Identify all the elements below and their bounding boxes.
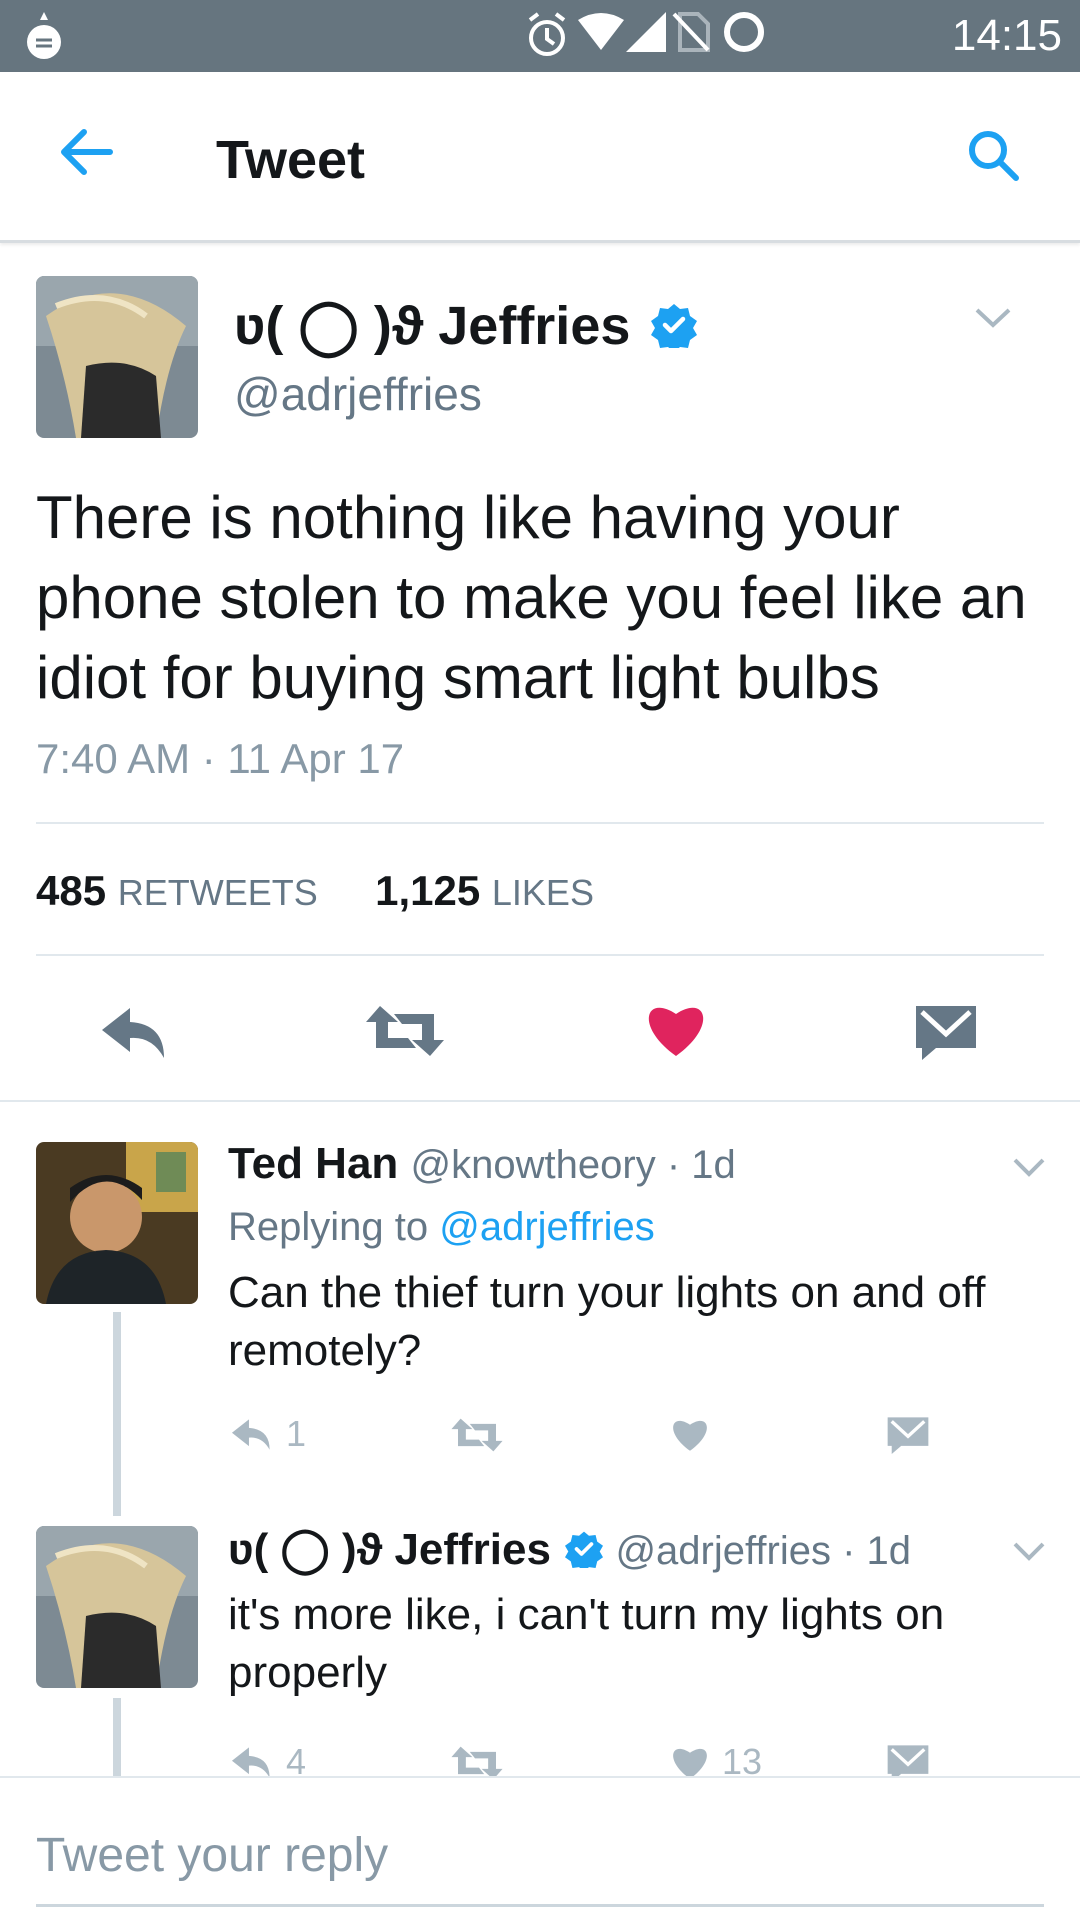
author-avatar[interactable] — [36, 276, 198, 438]
tweet-stats: 485 RETWEETS 1,125 LIKES — [36, 866, 594, 918]
author-handle[interactable]: @adrjeffries — [234, 368, 482, 420]
reply-author-name[interactable]: Ted Han — [228, 1139, 398, 1188]
reply-icon[interactable] — [230, 1417, 274, 1451]
divider — [36, 954, 1044, 956]
avatar-image — [36, 276, 198, 438]
reply-count: 1 — [286, 1413, 307, 1454]
divider — [36, 822, 1044, 824]
like-action[interactable]: 13 — [670, 1741, 763, 1776]
battery-circle-icon — [724, 12, 764, 52]
reply-text: Can the thief turn your lights on and of… — [228, 1268, 986, 1375]
reply-icon[interactable] — [230, 1745, 274, 1776]
like-heart-icon[interactable] — [644, 1000, 708, 1058]
like-heart-icon[interactable] — [670, 1744, 710, 1776]
reply-header: Ted Han @knowtheory · 1d — [228, 1138, 736, 1191]
retweet-icon[interactable] — [450, 1416, 504, 1454]
back-arrow-icon[interactable] — [58, 128, 114, 176]
app-bar: Tweet — [0, 72, 1080, 243]
likes-label[interactable]: LIKES — [492, 872, 594, 913]
replying-prefix: Replying to — [228, 1205, 429, 1249]
reply-header: ʋ( ◯ )ϑ Jeffries @adrjeffries · 1d — [228, 1524, 911, 1577]
replying-handle-link[interactable]: @adrjeffries — [439, 1205, 655, 1249]
tweet-text: There is nothing like having your phone … — [36, 484, 1027, 711]
verified-badge-icon — [651, 304, 698, 352]
reply-avatar[interactable] — [36, 1526, 198, 1688]
retweet-count[interactable]: 485 — [36, 867, 106, 914]
author-name[interactable]: ʋ( ◯ )ϑ Jeffries — [234, 296, 698, 356]
reply-icon[interactable] — [100, 1004, 170, 1060]
direct-message-icon[interactable] — [886, 1744, 930, 1776]
reply-handle-time[interactable]: @adrjeffries · 1d — [615, 1529, 911, 1573]
reply-action[interactable]: 4 — [230, 1741, 307, 1776]
replying-to: Replying to @adrjeffries — [228, 1202, 655, 1252]
avatar-image — [36, 1142, 198, 1304]
verified-badge-icon — [565, 1531, 604, 1572]
chevron-down-icon[interactable] — [1012, 1540, 1046, 1562]
page-title: Tweet — [216, 130, 366, 190]
search-icon[interactable] — [966, 128, 1022, 184]
reply-composer[interactable]: Tweet your reply — [0, 1776, 1080, 1922]
reply-author-name[interactable]: ʋ( ◯ )ϑ Jeffries — [228, 1525, 551, 1574]
reply-count: 4 — [286, 1741, 307, 1776]
like-count: 13 — [722, 1741, 763, 1776]
input-underline — [36, 1904, 1044, 1907]
app-notification-icon — [27, 12, 61, 59]
reply-tweet[interactable]: Ted Han @knowtheory · 1d Replying to @ad… — [0, 1102, 1080, 1522]
reply-input[interactable]: Tweet your reply — [36, 1828, 388, 1884]
reply-text: it's more like, i can't turn my lights o… — [228, 1590, 945, 1697]
no-sim-icon — [672, 12, 710, 52]
like-heart-icon[interactable] — [670, 1416, 710, 1452]
reply-tweet[interactable]: ʋ( ◯ )ϑ Jeffries @adrjeffries · 1d it's … — [0, 1520, 1080, 1776]
reply-handle-time[interactable]: @knowtheory · 1d — [411, 1143, 736, 1187]
tweet-timestamp: 7:40 AM · 11 Apr 17 — [36, 735, 405, 782]
status-bar: 14:15 — [0, 0, 1080, 72]
thread-line — [113, 1312, 121, 1516]
chevron-down-icon[interactable] — [1012, 1156, 1046, 1178]
wifi-icon — [578, 13, 624, 50]
retweets-label[interactable]: RETWEETS — [118, 872, 318, 913]
direct-message-icon[interactable] — [886, 1416, 930, 1454]
chevron-down-icon[interactable] — [974, 306, 1012, 330]
direct-message-icon[interactable] — [914, 1004, 978, 1060]
status-time: 14:15 — [951, 11, 1062, 60]
reply-action[interactable]: 1 — [230, 1413, 307, 1454]
reply-avatar[interactable] — [36, 1142, 198, 1304]
alarm-icon — [528, 12, 566, 56]
author-name-text: ʋ( ◯ )ϑ Jeffries — [234, 296, 631, 356]
signal-icon — [626, 12, 666, 52]
avatar-image — [36, 1526, 198, 1688]
thread-line — [113, 1698, 121, 1776]
retweet-icon[interactable] — [364, 1002, 446, 1060]
retweet-icon[interactable] — [450, 1744, 504, 1776]
like-count[interactable]: 1,125 — [375, 867, 480, 914]
